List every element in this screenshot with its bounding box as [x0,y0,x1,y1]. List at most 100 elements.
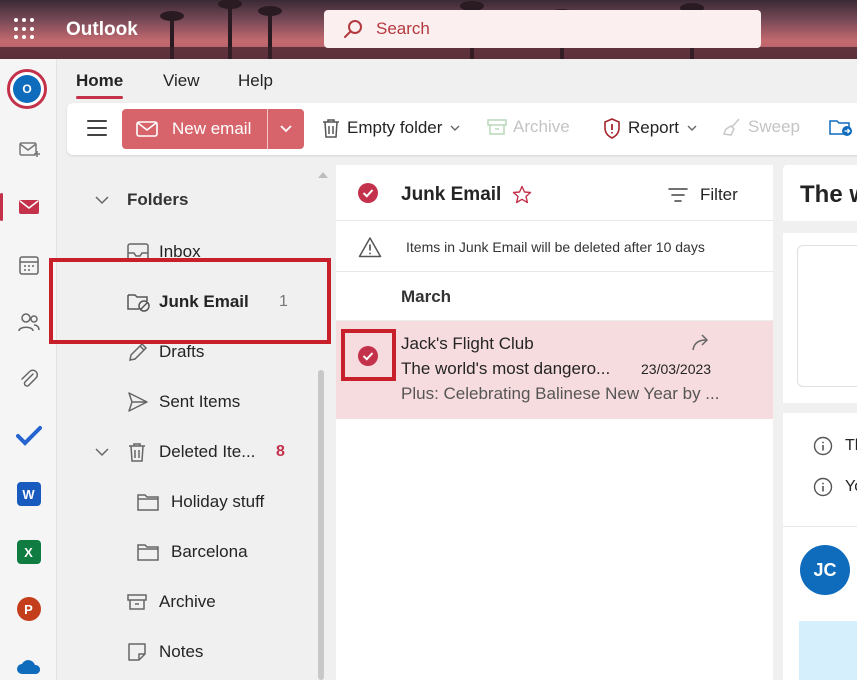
filter-button[interactable]: Filter [668,185,738,205]
folders-section-title: Folders [127,190,189,209]
word-icon: W [16,482,41,506]
note-icon [128,643,146,661]
tab-view[interactable]: View [163,71,200,91]
tab-help[interactable]: Help [238,71,273,91]
archive-button[interactable]: Archive [487,117,570,137]
folder-label: Barcelona [171,542,248,561]
content-box [797,245,857,387]
onedrive-rail-button[interactable] [0,647,57,680]
trash-icon [129,443,145,462]
chevron-down-icon [95,195,109,204]
message-list: Junk Email Filter Items in Junk Email wi… [336,165,773,680]
todo-check-icon [15,426,42,446]
outlook-logo[interactable]: O [7,69,47,109]
folder-archive[interactable]: Archive [57,580,332,624]
info-icon [813,436,833,456]
new-email-label: New email [172,119,252,138]
message-list-header: Junk Email Filter [336,165,773,221]
folder-label: Notes [159,642,204,661]
archive-icon [127,594,147,610]
report-label: Report [628,118,680,137]
move-to-button[interactable] [829,117,853,137]
report-button[interactable]: Report [602,117,697,139]
envelope-icon [136,121,158,137]
todo-rail-button[interactable] [0,416,57,456]
pencil-icon [129,342,148,361]
annotation-highlight-box [49,258,331,344]
message-preview: Plus: Celebrating Balinese New Year by .… [401,384,720,403]
star-icon[interactable] [512,185,532,204]
new-mail-rail-button[interactable] [0,129,57,169]
search-box[interactable]: Search [324,10,761,48]
outlook-icon: O [13,75,41,103]
folder-pane: Folders Inbox Junk Email 1 Drafts Sent I… [57,160,332,680]
folder-holiday-stuff[interactable]: Holiday stuff [57,480,332,524]
calendar-icon [18,256,39,275]
folder-scroll-up-arrow[interactable] [318,172,328,178]
background-skyline [0,47,857,59]
annotation-highlight-box [341,329,396,381]
shield-icon [604,118,620,139]
forwarded-icon [692,334,709,351]
message-date: 23/03/2023 [641,361,712,377]
ribbon-tabs: Home View Help [57,59,857,99]
empty-folder-label: Empty folder [347,118,443,137]
folders-section-header[interactable]: Folders [57,178,332,222]
word-rail-button[interactable]: W [0,474,57,514]
filter-label: Filter [700,185,738,204]
powerpoint-rail-button[interactable]: P [0,589,57,629]
message-sender: Jack's Flight Club [401,334,534,353]
folder-notes[interactable]: Notes [57,630,332,674]
select-all-checkbox-icon[interactable] [357,182,379,204]
reading-pane: The w Th Yo JC [783,165,857,680]
powerpoint-icon: P [16,597,41,621]
date-section-header: March [401,287,452,306]
archive-icon [487,119,507,135]
message-body-card: Th Yo JC [783,413,857,680]
app-launcher-icon[interactable] [14,18,36,40]
chevron-down-icon [687,125,697,131]
new-email-dropdown[interactable] [268,124,304,134]
sweep-button[interactable]: Sweep [722,117,800,137]
folder-label: Sent Items [159,392,241,411]
broom-icon [722,118,740,136]
folder-label: Drafts [159,342,205,361]
empty-folder-button[interactable]: Empty folder [321,117,460,139]
folder-deleted-items[interactable]: Deleted Ite... 8 [57,430,332,474]
folder-scrollbar[interactable] [318,370,324,680]
email-content-image [799,621,857,680]
info-icon [813,477,833,497]
onedrive-icon [16,660,40,674]
tab-home[interactable]: Home [76,71,124,99]
folder-barcelona[interactable]: Barcelona [57,530,332,574]
people-icon [17,313,40,332]
message-row[interactable]: Jack's Flight Club The world's most dang… [336,320,773,419]
info-text: Th [845,437,857,454]
folder-move-icon [829,120,852,136]
avatar[interactable]: JC [800,545,850,595]
junk-warning-banner: Items in Junk Email will be deleted afte… [336,222,773,272]
archive-label: Archive [513,117,570,136]
search-icon [344,20,362,38]
app-title[interactable]: Outlook [66,19,138,41]
app-rail: O W X P [0,59,57,680]
chevron-down-icon[interactable] [95,447,109,457]
search-placeholder: Search [376,19,430,38]
send-icon [128,392,148,412]
unread-count: 8 [276,443,285,460]
paperclip-icon [20,369,38,387]
hamburger-menu-icon[interactable] [87,120,107,136]
message-title: The w [800,181,857,208]
filter-icon [668,188,688,202]
mail-add-icon [18,142,40,157]
reading-pane-card [783,233,857,403]
mail-rail-button[interactable] [0,187,57,227]
info-line: Th [813,436,857,456]
trash-icon [323,119,339,138]
excel-rail-button[interactable]: X [0,532,57,572]
folder-sent-items[interactable]: Sent Items [57,380,332,424]
files-rail-button[interactable] [0,359,57,399]
folder-label: Deleted Ite... [159,442,256,461]
folder-icon [137,544,159,561]
new-email-button[interactable]: New email [122,109,268,149]
